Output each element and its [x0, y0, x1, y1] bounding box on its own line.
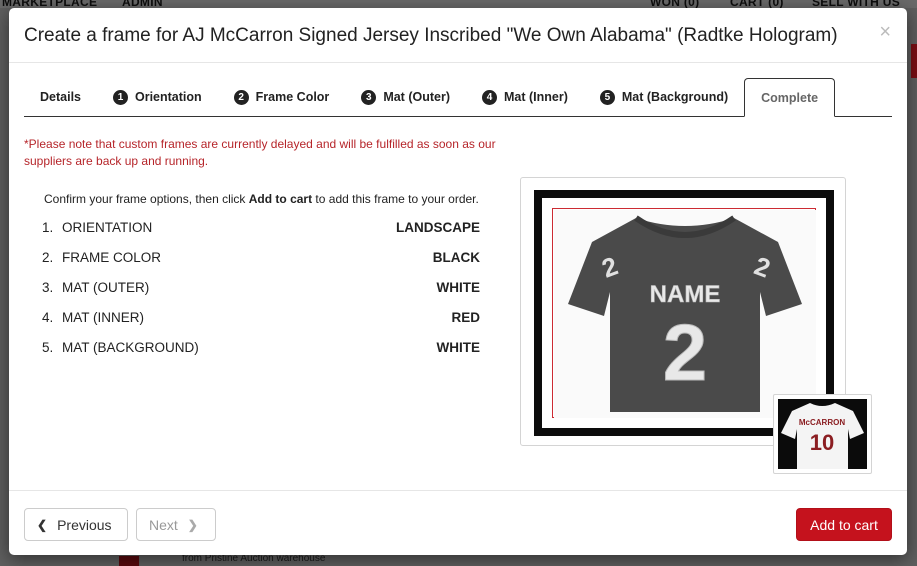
- add-to-cart-button[interactable]: Add to cart: [796, 508, 892, 541]
- jersey-number: 2: [663, 308, 708, 397]
- add-to-cart-label: Add to cart: [810, 516, 878, 533]
- option-value: RED: [451, 310, 480, 325]
- previous-label: Previous: [57, 516, 112, 533]
- tab-label: Complete: [761, 90, 819, 105]
- option-index: 3.: [42, 280, 54, 295]
- confirm-prefix: Confirm your frame options, then click: [44, 192, 249, 206]
- option-value: BLACK: [432, 250, 480, 265]
- option-row: 3. MAT (OUTER) WHITE: [42, 280, 480, 310]
- step-number-badge: 5: [599, 89, 615, 105]
- thumbnail-photo: McCARRON 10: [778, 399, 867, 469]
- frame-step-tabs: Details 1 Orientation 2 Frame Color 3 Ma…: [24, 78, 892, 117]
- chevron-left-icon: ❮: [37, 517, 48, 532]
- step-number-badge: 3: [361, 89, 377, 105]
- tab-mat-inner[interactable]: 4 Mat (Inner): [466, 78, 584, 116]
- tab-label: Frame Color: [255, 90, 330, 104]
- tab-complete[interactable]: Complete: [744, 78, 836, 117]
- close-icon[interactable]: ×: [879, 22, 891, 42]
- frame-options-summary: 1. ORIENTATION LANDSCAPE 2. FRAME COLOR …: [42, 220, 480, 370]
- confirm-suffix: to add this frame to your order.: [312, 192, 479, 206]
- option-row: 1. ORIENTATION LANDSCAPE: [42, 220, 480, 250]
- step-number-badge: 2: [233, 89, 249, 105]
- jersey-thumbnail[interactable]: McCARRON 10: [773, 394, 872, 474]
- confirm-bold: Add to cart: [248, 192, 313, 206]
- option-name: FRAME COLOR: [62, 250, 162, 265]
- tab-frame-color[interactable]: 2 Frame Color: [218, 78, 346, 116]
- option-index: 2.: [42, 250, 54, 265]
- option-index: 1.: [42, 220, 54, 235]
- option-name: MAT (BACKGROUND): [62, 340, 199, 355]
- step-number-badge: 4: [481, 89, 497, 105]
- jersey-name: NAME: [650, 281, 721, 308]
- option-value: WHITE: [436, 280, 481, 295]
- tab-label: Details: [40, 90, 81, 104]
- thumb-number: 10: [810, 430, 834, 455]
- modal-footer: ❮ Previous Next ❯ Add to cart: [9, 490, 907, 555]
- mat-background: NAME 2 2 2: [554, 210, 816, 418]
- tab-orientation[interactable]: 1 Orientation: [97, 78, 218, 116]
- option-name: ORIENTATION: [62, 220, 153, 235]
- option-name: MAT (OUTER): [62, 280, 150, 295]
- modal-title: Create a frame for AJ McCarron Signed Je…: [24, 25, 838, 46]
- option-index: 4.: [42, 310, 54, 325]
- tab-mat-background[interactable]: 5 Mat (Background): [584, 78, 744, 116]
- step-number-badge: 1: [113, 89, 128, 105]
- tab-label: Mat (Outer): [383, 90, 450, 104]
- background-thumb: [119, 556, 139, 566]
- mat-inner-red: NAME 2 2 2: [552, 208, 816, 418]
- thumb-name: McCARRON: [799, 418, 845, 427]
- tab-label: Mat (Background): [621, 90, 729, 104]
- previous-button[interactable]: ❮ Previous: [24, 508, 128, 541]
- option-value: LANDSCAPE: [395, 220, 480, 235]
- frame-builder-modal: Create a frame for AJ McCarron Signed Je…: [9, 8, 907, 555]
- background-red-block: [911, 44, 917, 78]
- option-name: MAT (INNER): [62, 310, 144, 325]
- tab-mat-outer[interactable]: 3 Mat (Outer): [345, 78, 466, 116]
- next-button[interactable]: Next ❯: [136, 508, 216, 541]
- option-value: WHITE: [436, 340, 481, 355]
- jersey-image: NAME 2 2 2: [568, 215, 802, 412]
- tab-label: Mat (Inner): [503, 90, 568, 104]
- option-row: 2. FRAME COLOR BLACK: [42, 250, 480, 280]
- modal-header: Create a frame for AJ McCarron Signed Je…: [9, 8, 907, 63]
- background-topbar: MARKETPLACE ADMIN WON (0) CART (0) SELL …: [0, 0, 917, 9]
- tab-details[interactable]: Details: [24, 78, 97, 116]
- option-row: 4. MAT (INNER) RED: [42, 310, 480, 340]
- option-row: 5. MAT (BACKGROUND) WHITE: [42, 340, 480, 370]
- tab-label: Orientation: [135, 90, 202, 104]
- white-jersey-image: McCARRON 10: [781, 403, 864, 469]
- next-label: Next: [149, 516, 178, 533]
- delay-notice: *Please note that custom frames are curr…: [24, 137, 496, 168]
- option-index: 5.: [42, 340, 54, 355]
- confirm-instructions: Confirm your frame options, then click A…: [44, 192, 479, 206]
- chevron-right-icon: ❯: [187, 517, 198, 532]
